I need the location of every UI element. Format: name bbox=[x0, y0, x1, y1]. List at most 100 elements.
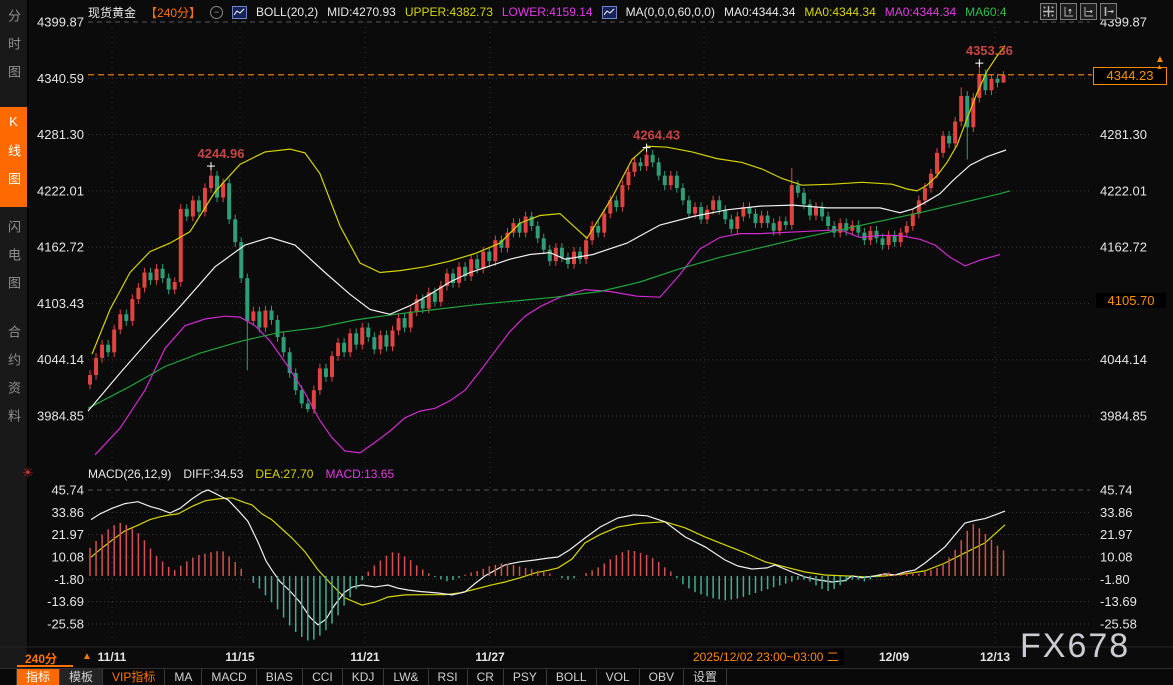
candle-body bbox=[596, 226, 600, 233]
candle-body bbox=[669, 176, 673, 185]
candlesticks bbox=[88, 66, 1006, 414]
candle-body bbox=[663, 176, 667, 185]
candle-body bbox=[167, 278, 171, 289]
bottom-tab-kdj[interactable]: KDJ bbox=[343, 669, 385, 685]
period-label[interactable]: 【240分】 bbox=[145, 4, 201, 21]
candle-body bbox=[536, 226, 540, 238]
ma0-white-value: MA0:4344.34 bbox=[724, 5, 795, 19]
bottom-toolbar: 指标模板VIP指标MAMACDBIASCCIKDJLW&RSICRPSYBOLL… bbox=[0, 668, 1173, 685]
candle-body bbox=[838, 223, 842, 232]
candle-body bbox=[384, 335, 388, 346]
candle-body bbox=[372, 337, 376, 349]
bottom-tab-boll[interactable]: BOLL bbox=[547, 669, 597, 685]
bottom-tab-vip-indicator[interactable]: VIP指标 bbox=[103, 669, 165, 685]
candle-body bbox=[633, 162, 637, 171]
candle-body bbox=[560, 248, 564, 257]
candle-body bbox=[257, 311, 261, 327]
macd-tick-left: 45.74 bbox=[51, 483, 84, 498]
bottom-tab-psy[interactable]: PSY bbox=[504, 669, 547, 685]
watermark: FX678 bbox=[1020, 627, 1130, 666]
price-tick-left: 4340.59 bbox=[37, 71, 84, 86]
price-tick-right: 4162.72 bbox=[1100, 240, 1147, 255]
bottom-tab-indicator[interactable]: 指标 bbox=[16, 669, 60, 685]
scale-y-icon[interactable] bbox=[1060, 3, 1077, 20]
ma-indicator-icon[interactable] bbox=[602, 6, 617, 19]
candle-body bbox=[754, 214, 758, 223]
candle-body bbox=[614, 200, 618, 207]
candle-body bbox=[989, 79, 993, 90]
candle-body bbox=[88, 375, 92, 384]
chart-canvas[interactable]: 4399.874399.874340.594340.594281.304281.… bbox=[0, 0, 1173, 685]
candle-body bbox=[155, 269, 159, 280]
candle-body bbox=[602, 214, 606, 233]
collapse-icon[interactable]: − bbox=[210, 6, 223, 19]
price-tick-right: 3984.85 bbox=[1100, 409, 1147, 424]
bottom-tab-rsi[interactable]: RSI bbox=[429, 669, 468, 685]
ma0-yellow-value: MA0:4344.34 bbox=[804, 5, 875, 19]
macd-macd-value: MACD:13.65 bbox=[325, 467, 394, 481]
candle-body bbox=[717, 200, 721, 209]
candle-body bbox=[366, 328, 370, 337]
candle-body bbox=[548, 250, 552, 261]
ma-title: MA(0,0,0,60,0,0) bbox=[626, 5, 715, 19]
bottom-tab-macd[interactable]: MACD bbox=[202, 669, 256, 685]
candle-body bbox=[524, 216, 528, 232]
candle-body bbox=[481, 252, 485, 269]
candle-body bbox=[735, 216, 739, 228]
candle-body bbox=[336, 343, 340, 356]
candle-body bbox=[209, 176, 213, 188]
candle-body bbox=[693, 207, 697, 214]
bottom-tab-obv[interactable]: OBV bbox=[640, 669, 684, 685]
bottom-tab-vol[interactable]: VOL bbox=[597, 669, 640, 685]
candle-body bbox=[778, 221, 782, 230]
bottom-tab-bias[interactable]: BIAS bbox=[257, 669, 303, 685]
date-label: 11/11 bbox=[98, 650, 127, 664]
candle-body bbox=[760, 216, 764, 224]
bottom-tab-cr[interactable]: CR bbox=[468, 669, 504, 685]
candle-body bbox=[197, 200, 201, 211]
candle-body bbox=[191, 200, 195, 216]
candle-body bbox=[330, 356, 334, 377]
candle-body bbox=[161, 269, 165, 278]
ma60-line bbox=[88, 191, 1010, 408]
candle-body bbox=[112, 329, 116, 352]
candle-body bbox=[251, 311, 255, 320]
boll-mid-line bbox=[88, 150, 1006, 411]
candle-body bbox=[94, 358, 98, 375]
candle-body bbox=[221, 183, 225, 197]
macd-tick-right: -1.80 bbox=[1100, 572, 1130, 587]
crosshair-icon[interactable] bbox=[1040, 3, 1057, 20]
boll-upper-value: UPPER:4382.73 bbox=[405, 5, 493, 19]
candle-body bbox=[620, 185, 624, 207]
candle-body bbox=[397, 318, 401, 330]
candle-body bbox=[487, 252, 491, 261]
bottom-tab-template[interactable]: 模板 bbox=[60, 669, 103, 685]
overlay-lines bbox=[88, 46, 1010, 625]
candle-body bbox=[1002, 75, 1006, 83]
boll-indicator-icon[interactable] bbox=[232, 6, 247, 19]
scroll-latest-icon-small: ▲ bbox=[1156, 64, 1163, 71]
symbol-name: 现货黄金 bbox=[88, 4, 136, 21]
macd-tick-right: 33.86 bbox=[1100, 505, 1133, 520]
candle-body bbox=[130, 299, 134, 321]
bottom-tab-lw[interactable]: LW& bbox=[384, 669, 428, 685]
scale-x-icon[interactable] bbox=[1080, 3, 1097, 20]
macd-header: MACD(26,12,9) DIFF:34.53 DEA:27.70 MACD:… bbox=[88, 467, 394, 481]
candle-body bbox=[493, 240, 497, 261]
candle-body bbox=[723, 210, 727, 219]
axis-period-label[interactable]: 240分 bbox=[25, 650, 57, 667]
candle-body bbox=[360, 328, 364, 345]
candle-body bbox=[378, 335, 382, 349]
candle-body bbox=[899, 233, 903, 242]
bottom-tab-ma[interactable]: MA bbox=[165, 669, 202, 685]
candle-body bbox=[475, 259, 479, 268]
price-tick-left: 4103.43 bbox=[37, 296, 84, 311]
macd-tick-left: 10.08 bbox=[51, 550, 84, 565]
bottom-tab-cci[interactable]: CCI bbox=[303, 669, 343, 685]
price-annotation: 4244.96 bbox=[198, 146, 245, 161]
bottom-tab-settings[interactable]: 设置 bbox=[684, 669, 727, 685]
candle-body bbox=[651, 155, 655, 163]
candle-body bbox=[227, 183, 231, 219]
pan-right-icon[interactable] bbox=[1100, 3, 1117, 20]
period-up-triangle-icon[interactable]: ▲ bbox=[82, 651, 92, 662]
